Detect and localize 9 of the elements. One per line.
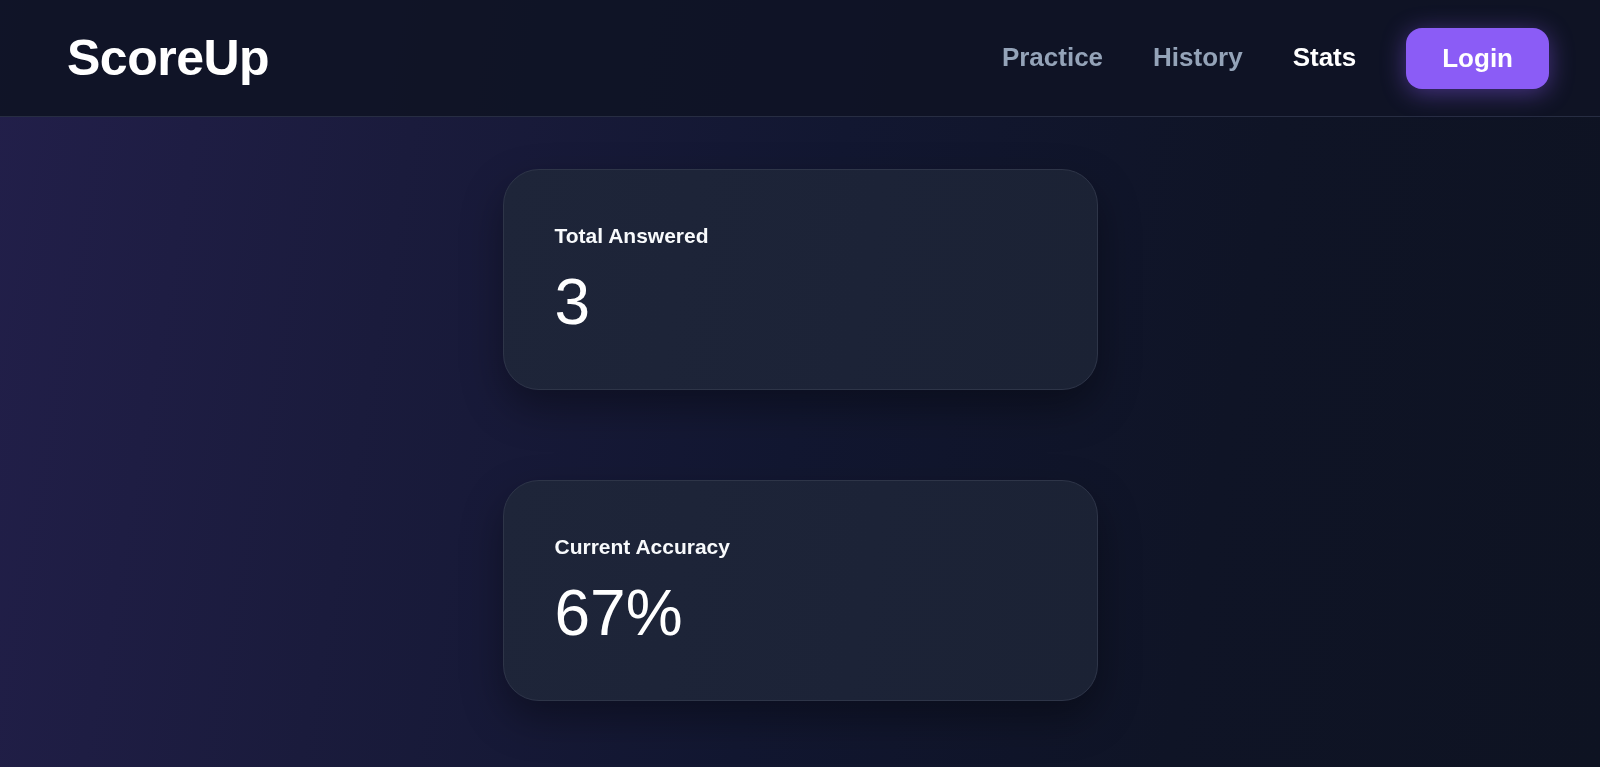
nav-link[interactable]: Stats — [1292, 42, 1357, 74]
nav-link[interactable]: Practice — [1001, 42, 1104, 74]
logo[interactable]: ScoreUp — [67, 30, 270, 86]
nav-link[interactable]: History — [1153, 42, 1243, 74]
login-button[interactable]: Login — [1406, 27, 1549, 89]
stat-value: 3 — [554, 267, 591, 337]
stat-label: Current Accuracy — [554, 534, 730, 560]
stat-label: Total Answered — [554, 223, 709, 249]
stat-value: 67% — [554, 578, 683, 648]
